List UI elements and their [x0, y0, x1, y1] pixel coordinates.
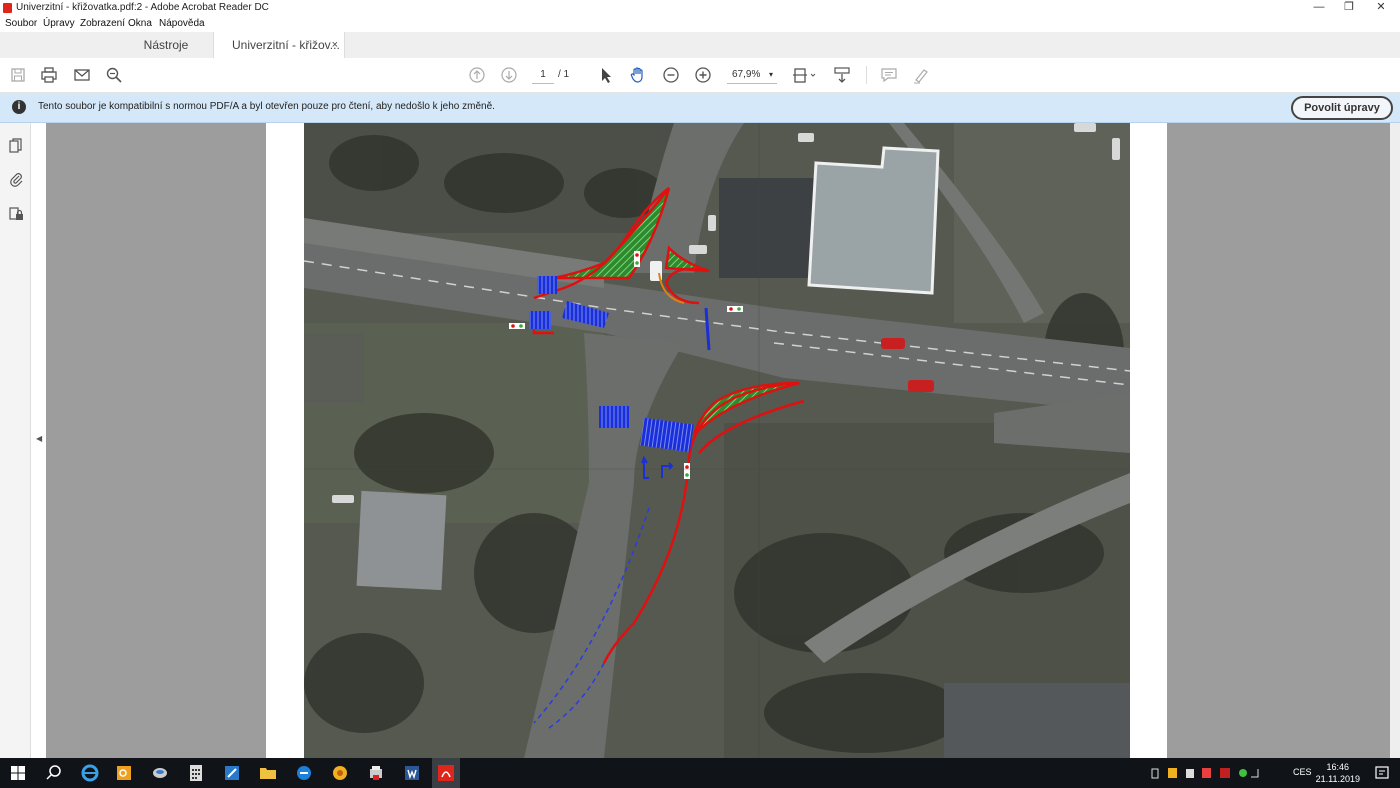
- security-lock-icon[interactable]: [8, 206, 24, 222]
- calculator-icon[interactable]: [186, 763, 206, 783]
- fit-page-icon[interactable]: [792, 66, 818, 84]
- zoom-out-icon[interactable]: [662, 66, 680, 84]
- input-language[interactable]: CES: [1293, 767, 1312, 777]
- enable-editing-button[interactable]: Povolit úpravy: [1291, 96, 1393, 120]
- zoom-value: 67,9%: [732, 69, 761, 80]
- close-button[interactable]: ✕: [1364, 0, 1398, 16]
- minimize-button[interactable]: —: [1302, 0, 1336, 16]
- network-app-icon[interactable]: [150, 763, 170, 783]
- hand-tool-icon[interactable]: [629, 66, 647, 84]
- window-title: Univerzitní - křižovatka.pdf:2 - Adobe A…: [16, 2, 269, 13]
- edge-icon[interactable]: [294, 763, 314, 783]
- email-icon[interactable]: [73, 66, 91, 84]
- save-icon[interactable]: [9, 66, 27, 84]
- word-icon[interactable]: [402, 763, 422, 783]
- tab-close-icon[interactable]: ×: [332, 32, 338, 58]
- menu-napoveda[interactable]: Nápověda: [159, 18, 205, 29]
- app-blue-icon[interactable]: [222, 763, 242, 783]
- aerial-intersection-map: [304, 123, 1130, 758]
- zoom-in-icon[interactable]: [694, 66, 712, 84]
- highlight-pen-icon[interactable]: [912, 66, 930, 84]
- info-icon: i: [12, 100, 26, 114]
- left-navigation-panel: [0, 123, 31, 758]
- page-number-input[interactable]: 1: [532, 67, 554, 84]
- menu-soubor[interactable]: Soubor: [5, 18, 37, 29]
- menu-upravy[interactable]: Úpravy: [43, 18, 75, 29]
- tab-document[interactable]: Univerzitní - křižov... ×: [213, 32, 345, 59]
- tab-document-label: Univerzitní - křižov...: [232, 38, 340, 52]
- acrobat-app-icon: [3, 3, 12, 13]
- search-icon[interactable]: [44, 763, 64, 783]
- windows-taskbar: CES 16:46 21.11.2019: [0, 758, 1400, 788]
- file-explorer-icon[interactable]: [258, 763, 278, 783]
- system-clock[interactable]: 16:46 21.11.2019: [1316, 761, 1360, 785]
- windows-start-icon[interactable]: [8, 763, 28, 783]
- title-bar: Univerzitní - křižovatka.pdf:2 - Adobe A…: [0, 0, 1400, 16]
- comment-icon[interactable]: [880, 66, 898, 84]
- page-total: / 1: [558, 69, 570, 80]
- gear-app-icon[interactable]: [330, 763, 350, 783]
- toolbar-separator: [866, 66, 867, 84]
- menu-zobrazeni[interactable]: Zobrazení: [80, 18, 125, 29]
- menu-okna[interactable]: Okna: [128, 18, 152, 29]
- internet-explorer-icon[interactable]: [80, 763, 100, 783]
- search-icon[interactable]: [105, 66, 123, 84]
- vertical-scrollbar[interactable]: [1390, 123, 1400, 758]
- system-tray-icons[interactable]: [1150, 763, 1260, 783]
- chevron-down-icon: ▾: [768, 70, 773, 79]
- next-page-icon[interactable]: [500, 66, 518, 84]
- attachments-icon[interactable]: [8, 171, 24, 187]
- pdfa-info-bar: i Tento soubor je kompatibilní s normou …: [0, 93, 1400, 123]
- menu-bar: Soubor Úpravy Zobrazení Okna Nápověda: [0, 16, 1400, 32]
- acrobat-reader-taskbar-icon[interactable]: [432, 758, 460, 788]
- scroll-mode-icon[interactable]: [833, 66, 851, 84]
- restore-button[interactable]: ❐: [1332, 0, 1366, 16]
- notifications-icon[interactable]: [1372, 763, 1392, 783]
- tab-bar: Nástroje Univerzitní - křižov... ×: [0, 32, 1400, 59]
- page-thumbnails-icon[interactable]: [8, 138, 24, 154]
- zoom-select[interactable]: 67,9% ▾: [727, 67, 777, 84]
- toolbar: 1 / 1 67,9% ▾: [0, 58, 1400, 93]
- intersection-drawing: [304, 123, 1130, 758]
- app-printer-icon[interactable]: [366, 763, 386, 783]
- select-cursor-icon[interactable]: [597, 66, 615, 84]
- collapse-panel-icon[interactable]: ◀: [36, 434, 42, 443]
- info-message: Tento soubor je kompatibilní s normou PD…: [38, 101, 495, 112]
- tab-tools[interactable]: Nástroje: [120, 32, 212, 58]
- previous-page-icon[interactable]: [468, 66, 486, 84]
- clock-date: 21.11.2019: [1315, 774, 1360, 784]
- clock-time: 16:46: [1326, 762, 1350, 772]
- outlook-icon[interactable]: [114, 763, 134, 783]
- document-margin-right: [1167, 123, 1390, 758]
- print-icon[interactable]: [40, 66, 58, 84]
